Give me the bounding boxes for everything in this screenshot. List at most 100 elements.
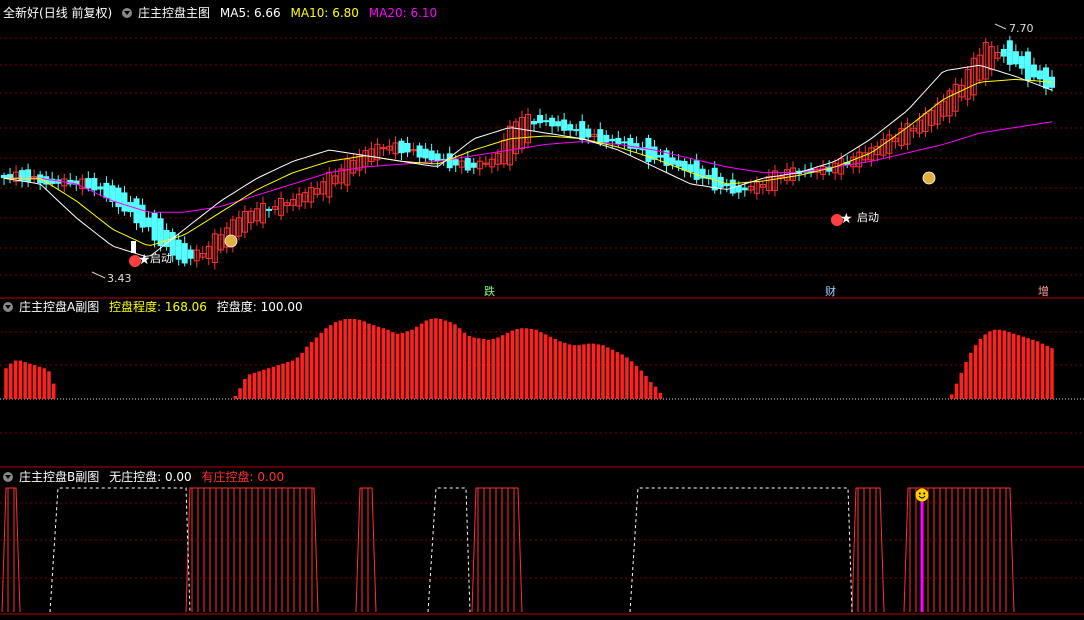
ma20-label: MA20: 6.10 [368,6,438,20]
candle-body [723,183,730,187]
candle-body [687,164,694,173]
high-pointer-line [994,23,1007,30]
no-dealer-label: 无庄控盘: 0.00 [109,470,192,484]
candle-body [416,145,423,158]
candle-body [1018,56,1025,69]
candle-body [1,174,7,179]
candle-body [103,182,110,199]
candle-body [133,198,140,224]
candle-body [603,134,610,143]
candle-body [657,154,664,158]
smiley-icon [915,488,929,502]
candle-body [151,212,158,241]
candle-body [645,137,652,163]
indicator-menu-icon[interactable] [3,302,13,312]
candle-body [1000,48,1007,57]
candle-body [97,186,104,190]
event-marker[interactable]: 财 [825,285,836,298]
candle-body [452,159,459,166]
candle-body [175,239,182,260]
candle-body [537,114,544,124]
control-degree-label: 控盘度: 100.00 [216,300,303,314]
money-bag-icon [922,171,936,185]
smiley-eye [918,492,921,495]
candle-body [1006,40,1013,65]
candle-body [543,120,550,123]
candle-body [1042,67,1049,89]
candle-body [434,153,441,162]
stock-name: 全新好 [3,6,40,20]
star-icon: ★ [138,252,151,268]
candle-body [91,178,98,191]
candle-body [85,178,92,189]
candle-body [669,157,676,165]
event-marker[interactable]: 增 [1038,285,1049,298]
candle-body [115,187,122,208]
candle-body [573,129,580,132]
candle-body [1036,70,1043,80]
candle-body [266,208,273,211]
candle-body [404,142,411,153]
main-chart-header: 全新好(日线 前复权) 庄主控盘主图 MA5: 6.66 MA10: 6.80 … [3,4,443,22]
candle-body [735,185,742,193]
candle-body [531,120,538,125]
candle-body [741,187,748,191]
candle-body [187,249,194,259]
candle-body [109,185,116,202]
candle-body [561,119,568,131]
dealer-control-block [851,487,885,613]
dealer-control-block [1,487,21,613]
candle-body [398,140,405,154]
no-dealer-block [427,487,471,613]
candle-body [422,148,429,159]
sub-a-indicator-name[interactable]: 庄主控盘A副图 [19,300,99,314]
sub-chart-b-header: 庄主控盘B副图 无庄控盘: 0.00 有庄控盘: 0.00 [3,468,290,486]
candle-body [25,169,32,182]
money-bag-icon [224,234,238,248]
white-arrow-icon [131,241,136,253]
candle-body [428,150,435,161]
candle-body [7,174,14,179]
no-dealer-block [629,487,853,613]
ma5-label: MA5: 6.66 [219,6,281,20]
candle-body [464,157,471,171]
candle-body [675,160,682,167]
main-indicator-name[interactable]: 庄主控盘主图 [138,6,210,20]
candle-body [681,160,688,171]
candle-body [549,117,556,127]
low-pointer-line [91,271,106,279]
start-signal-label: 启动 [150,252,172,265]
high-price-label: 7.70 [1009,22,1034,35]
indicator-menu-icon[interactable] [122,8,133,18]
no-dealer-block [49,487,191,613]
candle-body [567,124,574,131]
sub-b-indicator-name[interactable]: 庄主控盘B副图 [19,470,99,484]
sub-chart-a-header: 庄主控盘A副图 控盘程度: 168.06 控盘度: 100.00 [3,298,309,316]
candle-body [615,137,622,145]
candle-body [693,160,700,180]
candle-body [555,121,562,127]
candle-body [609,138,616,142]
candle-body [585,128,592,138]
candle-body [181,243,188,264]
indicator-menu-icon[interactable] [3,472,13,482]
smiley-eye [923,492,926,495]
control-level-label: 控盘程度: 168.06 [109,300,207,314]
dealer-control-label: 有庄控盘: 0.00 [201,470,285,484]
period-label: (日线 前复权) [39,6,113,20]
candle-body [145,217,152,228]
candle-body [1024,51,1031,81]
candle-body [121,192,128,212]
candle-body [1030,64,1037,78]
candle-body [597,129,604,144]
candle-body [579,121,586,141]
event-marker[interactable]: 跌 [484,285,495,298]
start-signal-label: 启动 [857,211,879,224]
candle-body [139,204,146,228]
candle-body [470,162,477,168]
ma10-label: MA10: 6.80 [290,6,359,20]
dealer-control-block [355,487,377,613]
candle-body [729,179,736,194]
candle-body [621,141,628,144]
star-icon: ★ [840,211,853,227]
